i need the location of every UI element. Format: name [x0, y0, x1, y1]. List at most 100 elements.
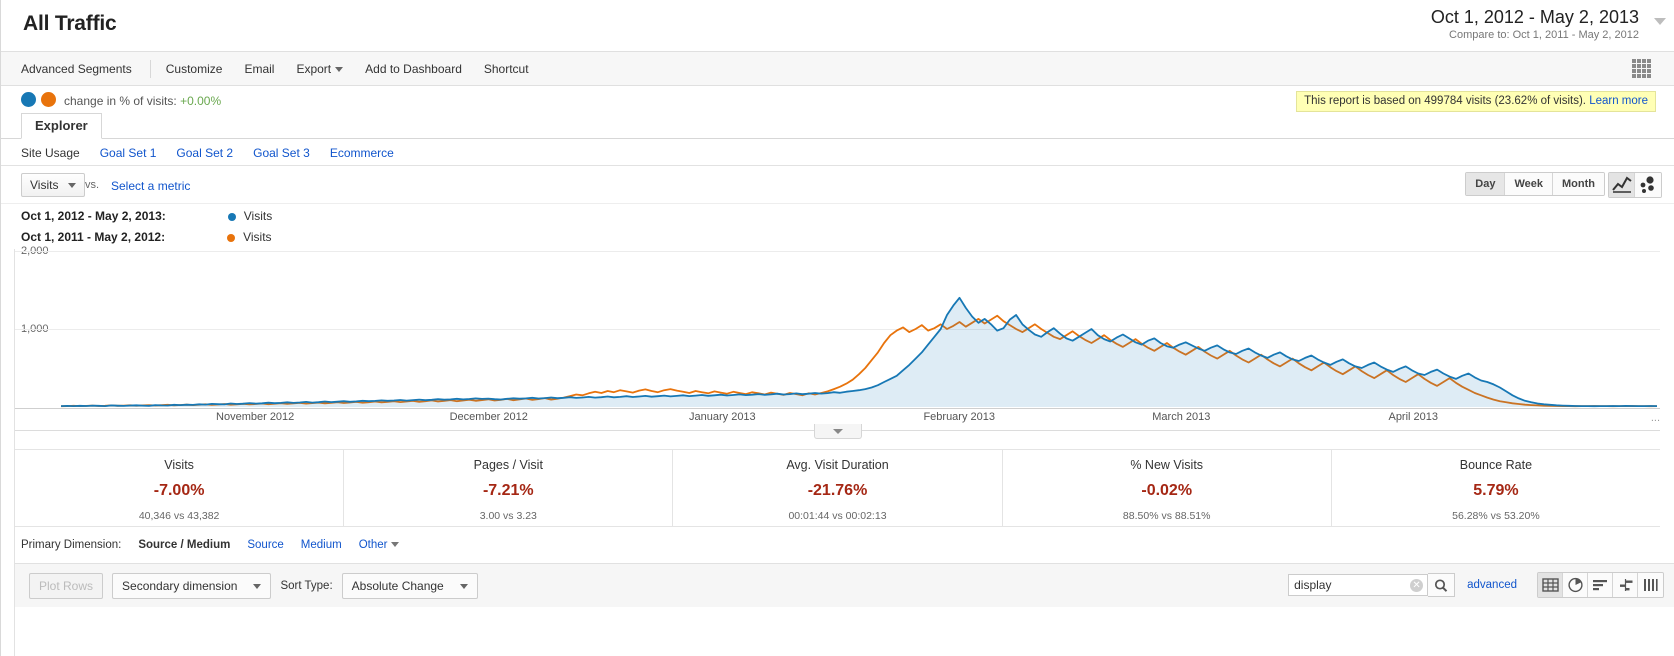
metric-selector[interactable]: Visits — [21, 173, 86, 197]
grid-view-icon[interactable] — [1632, 59, 1652, 79]
primary-dimension-source[interactable]: Source — [247, 539, 283, 551]
summary-metric-sub: 3.00 vs 3.23 — [479, 510, 537, 522]
action-email[interactable]: Email — [233, 52, 285, 86]
legend-range-previous: Oct 1, 2011 - May 2, 2012: — [21, 230, 166, 244]
action-advanced-segments[interactable]: Advanced Segments — [21, 52, 146, 86]
sub-tab-strip: Site Usage Goal Set 1 Goal Set 2 Goal Se… — [1, 139, 1674, 166]
x-axis: ... November 2012 December 2012 January 20… — [15, 409, 1660, 439]
visits-line-chart[interactable]: 2,000 1,000 — [15, 245, 1660, 409]
action-add-to-dashboard[interactable]: Add to Dashboard — [354, 52, 473, 86]
caret-down-icon — [459, 584, 468, 590]
summary-metric-cell: Pages / Visit -7.21% 3.00 vs 3.23 — [344, 450, 674, 526]
compare-row: change in % of visits: +0.00% This repor… — [1, 86, 1674, 116]
summary-metric-sub: 40,346 vs 43,382 — [138, 510, 220, 522]
summary-metric-title: Avg. Visit Duration — [786, 458, 889, 472]
primary-dimension-other[interactable]: Other — [359, 539, 400, 551]
primary-dimension-source-medium[interactable]: Source / Medium — [138, 539, 230, 551]
action-customize[interactable]: Customize — [155, 52, 234, 86]
table-view-toggle-group — [1537, 572, 1664, 598]
summary-metric-cell: Visits -7.00% 40,346 vs 43,382 — [15, 450, 345, 526]
tab-site-usage[interactable]: Site Usage — [21, 146, 80, 160]
divider — [149, 60, 151, 78]
summary-metric-title: Visits — [164, 458, 194, 472]
legend-range-current: Oct 1, 2012 - May 2, 2013: — [21, 209, 166, 223]
plot-rows-button[interactable]: Plot Rows — [29, 573, 104, 599]
tab-goal-set-2[interactable]: Goal Set 2 — [176, 146, 233, 160]
legend-row-previous: Oct 1, 2011 - May 2, 2012: Visits — [21, 230, 272, 244]
x-axis-tick-label: April 2013 — [1388, 411, 1439, 423]
search-box[interactable]: ✕ — [1288, 574, 1429, 596]
primary-dimension-items: Primary Dimension: Source / Medium Sourc… — [21, 539, 400, 551]
table-toolbar: Plot Rows Secondary dimension Sort Type:… — [15, 563, 1674, 607]
chart-collapse-handle[interactable] — [813, 424, 862, 439]
sort-type-value: Absolute Change — [351, 579, 444, 593]
sampling-notice: This report is based on 499784 visits (2… — [1296, 91, 1656, 112]
clear-search-icon[interactable]: ✕ — [1410, 579, 1424, 592]
page-header: All Traffic Oct 1, 2012 - May 2, 2013 Co… — [1, 0, 1674, 52]
sort-type-button[interactable]: Absolute Change — [341, 573, 478, 599]
table-toolbar-right: ✕ advanced — [1288, 572, 1664, 598]
caret-down-icon — [253, 584, 262, 590]
compare-text: change in % of visits: +0.00% — [64, 94, 221, 108]
x-axis-tick-label: November 2012 — [216, 411, 295, 423]
comparison-view-icon[interactable] — [1613, 573, 1638, 597]
action-export-label: Export — [296, 62, 332, 76]
x-axis-tick-label: February 2013 — [923, 411, 995, 423]
granularity-toggle-group: Day Week Month — [1465, 172, 1605, 196]
legend-metric-previous: Visits — [243, 230, 272, 244]
tab-ecommerce[interactable]: Ecommerce — [330, 146, 394, 160]
granularity-day[interactable]: Day — [1466, 173, 1506, 195]
summary-metrics: Visits -7.00% 40,346 vs 43,382 Pages / Visi… — [15, 449, 1660, 527]
vs-label: vs. — [85, 179, 100, 191]
summary-metric-cell: % New Visits -0.02% 88.50% vs 88.51% — [1003, 450, 1332, 526]
summary-metric-sub: 56.28% vs 53.20% — [1452, 510, 1540, 522]
summary-metric-cell: Avg. Visit Duration -21.76% 00:01:44 vs 00… — [673, 450, 1003, 526]
previous-period-dot-icon — [41, 92, 56, 108]
action-shortcut[interactable]: Shortcut — [473, 52, 540, 86]
granularity-week[interactable]: Week — [1505, 173, 1554, 195]
search-button[interactable] — [1428, 573, 1456, 597]
table-view-icon[interactable] — [1538, 573, 1563, 597]
summary-metric-value: -21.76% — [807, 482, 868, 499]
summary-metric-value: -7.21% — [482, 482, 534, 499]
select-a-metric-link[interactable]: Select a metric — [111, 179, 190, 193]
pie-chart-view-icon[interactable] — [1563, 573, 1588, 597]
performance-view-icon[interactable] — [1588, 573, 1613, 597]
legend-row-current: Oct 1, 2012 - May 2, 2013: Visits — [21, 209, 272, 223]
date-range-selector[interactable]: Oct 1, 2012 - May 2, 2013 Compare to: Oc… — [1420, 3, 1644, 45]
sort-type-label: Sort Type: — [280, 580, 333, 592]
page-title: All Traffic — [23, 12, 117, 35]
summary-metric-value: 5.79% — [1473, 482, 1519, 499]
table-toolbar-left: Plot Rows Secondary dimension Sort Type:… — [29, 573, 478, 599]
search-input[interactable] — [1289, 577, 1402, 593]
chevron-down-icon[interactable] — [1654, 18, 1666, 25]
x-axis-tick-label: March 2013 — [1152, 411, 1211, 423]
motion-chart-icon[interactable] — [1635, 173, 1661, 197]
date-range-value: Oct 1, 2012 - May 2, 2013 — [1430, 7, 1639, 27]
sampling-notice-text: This report is based on 499784 visits (2… — [1304, 95, 1586, 107]
summary-metric-value: -0.02% — [1141, 482, 1193, 499]
primary-dimension-label: Primary Dimension: — [21, 539, 122, 551]
secondary-dimension-button[interactable]: Secondary dimension — [112, 573, 272, 599]
line-chart-icon[interactable] — [1609, 173, 1635, 197]
caret-down-icon — [335, 67, 344, 73]
tab-goal-set-1[interactable]: Goal Set 1 — [100, 146, 157, 160]
primary-dimension-medium[interactable]: Medium — [301, 539, 342, 551]
action-export[interactable]: Export — [285, 52, 354, 86]
summary-metric-sub: 88.50% vs 88.51% — [1122, 510, 1211, 522]
summary-metric-title: Bounce Rate — [1459, 458, 1533, 472]
primary-dimension-row: Primary Dimension: Source / Medium Sourc… — [1, 535, 1674, 563]
action-bar-items: Advanced Segments Customize Email Export… — [21, 52, 540, 86]
x-axis-tick-label: January 2013 — [689, 411, 756, 423]
summary-metric-sub: 00:01:44 vs 00:02:13 — [788, 510, 887, 522]
chart-legend: Oct 1, 2012 - May 2, 2013: Visits Oct 1, … — [1, 204, 1674, 249]
pivot-view-icon[interactable] — [1638, 573, 1663, 597]
compare-value: +0.00% — [180, 94, 222, 108]
compare-label: change in % of visits: — [64, 94, 177, 108]
tab-goal-set-3[interactable]: Goal Set 3 — [253, 146, 310, 160]
learn-more-link[interactable]: Learn more — [1589, 95, 1648, 107]
legend-dot-current-icon — [227, 212, 236, 221]
granularity-month[interactable]: Month — [1553, 173, 1604, 195]
advanced-filter-link[interactable]: advanced — [1467, 579, 1517, 591]
tab-explorer[interactable]: Explorer — [21, 113, 102, 139]
